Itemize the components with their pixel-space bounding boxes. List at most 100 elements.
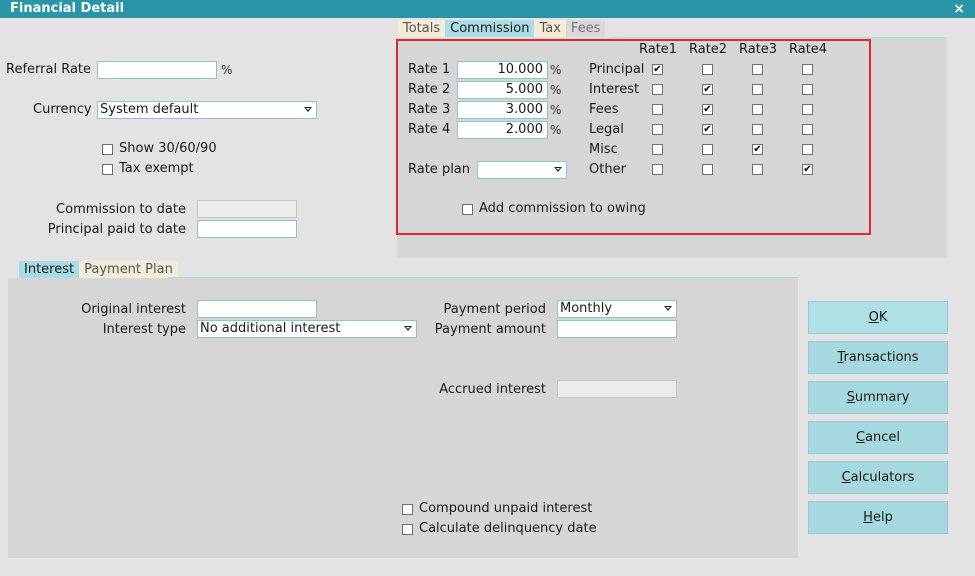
- compound-interest-checkbox[interactable]: [402, 504, 413, 515]
- misc-rate2-checkbox[interactable]: [702, 144, 713, 155]
- delinquency-checkbox[interactable]: [402, 524, 413, 535]
- other-rate3-checkbox[interactable]: [752, 164, 763, 175]
- rate-plan-select[interactable]: [477, 161, 567, 179]
- currency-label: Currency: [33, 102, 92, 117]
- accrued-interest-label: Accrued interest: [439, 382, 546, 397]
- payment-amount-label: Payment amount: [434, 322, 546, 337]
- principal-paid-label: Principal paid to date: [47, 222, 186, 237]
- currency-value: System default: [100, 102, 199, 117]
- payment-period-select[interactable]: Monthly: [557, 300, 677, 318]
- rate-2-label: Rate 2: [408, 82, 451, 97]
- rate-column-header: Rate2: [689, 42, 728, 57]
- interest-rate4-checkbox[interactable]: [802, 84, 813, 95]
- show-30-60-90-label: Show 30/60/90: [119, 141, 217, 156]
- category-label: Misc: [589, 142, 618, 157]
- rate-1-input[interactable]: 10.000: [457, 61, 548, 79]
- interest-type-label: Interest type: [102, 322, 186, 337]
- fees-rate3-checkbox[interactable]: [752, 104, 763, 115]
- other-rate4-checkbox[interactable]: ✔: [802, 164, 813, 175]
- rate-column-header: Rate4: [789, 42, 828, 57]
- rate-2-input[interactable]: 5.000: [457, 81, 548, 99]
- rate-2-unit: %: [550, 83, 562, 97]
- misc-rate1-checkbox[interactable]: [652, 144, 663, 155]
- payment-period-label: Payment period: [443, 302, 546, 317]
- rate-3-unit: %: [550, 103, 562, 117]
- other-rate2-checkbox[interactable]: [702, 164, 713, 175]
- calculators-button[interactable]: Calculators: [808, 461, 948, 494]
- rate-3-input[interactable]: 3.000: [457, 101, 548, 119]
- principal-paid-field[interactable]: [197, 220, 297, 238]
- commission-to-date-field: [197, 200, 297, 218]
- referral-rate-label: Referral Rate: [6, 62, 92, 77]
- rate-1-unit: %: [550, 63, 562, 77]
- fees-rate2-checkbox[interactable]: ✔: [702, 104, 713, 115]
- commission-to-date-label: Commission to date: [56, 202, 186, 217]
- currency-select[interactable]: System default: [97, 101, 317, 119]
- legal-rate2-checkbox[interactable]: ✔: [702, 124, 713, 135]
- category-label: Legal: [589, 122, 624, 137]
- interest-type-select[interactable]: No additional interest: [197, 320, 417, 338]
- payment-period-value: Monthly: [560, 301, 613, 316]
- rate-4-unit: %: [550, 123, 562, 137]
- tab-payment-plan[interactable]: Payment Plan: [79, 261, 178, 278]
- principal-rate4-checkbox[interactable]: [802, 64, 813, 75]
- summary-button[interactable]: Summary: [808, 381, 948, 414]
- fees-rate4-checkbox[interactable]: [802, 104, 813, 115]
- bottom-tab-strip: Interest Payment Plan: [19, 261, 178, 278]
- transactions-button[interactable]: Transactions: [808, 341, 948, 374]
- tab-totals[interactable]: Totals: [398, 20, 446, 37]
- close-icon[interactable]: ×: [953, 0, 965, 18]
- cancel-button[interactable]: Cancel: [808, 421, 948, 454]
- rate-4-input[interactable]: 2.000: [457, 121, 548, 139]
- misc-rate3-checkbox[interactable]: ✔: [752, 144, 763, 155]
- referral-rate-unit: %: [221, 63, 233, 77]
- category-label: Interest: [589, 82, 640, 97]
- tab-fees[interactable]: Fees: [565, 20, 606, 37]
- chevron-down-icon: [554, 167, 562, 172]
- principal-rate1-checkbox[interactable]: ✔: [652, 64, 663, 75]
- principal-rate3-checkbox[interactable]: [752, 64, 763, 75]
- window-title: Financial Detail: [10, 1, 125, 16]
- show-30-60-90-checkbox[interactable]: [102, 144, 113, 155]
- category-label: Fees: [589, 102, 619, 117]
- rate-3-label: Rate 3: [408, 102, 451, 117]
- rate-plan-label: Rate plan: [408, 162, 471, 177]
- tax-exempt-checkbox[interactable]: [102, 164, 113, 175]
- principal-rate2-checkbox[interactable]: [702, 64, 713, 75]
- category-label: Principal: [589, 62, 645, 77]
- tab-commission[interactable]: Commission: [445, 20, 535, 37]
- tab-interest[interactable]: Interest: [19, 261, 80, 278]
- fees-rate1-checkbox[interactable]: [652, 104, 663, 115]
- window-title-bar: Financial Detail: [0, 0, 975, 18]
- other-rate1-checkbox[interactable]: [652, 164, 663, 175]
- tax-exempt-label: Tax exempt: [119, 161, 194, 176]
- chevron-down-icon: [664, 306, 672, 311]
- category-label: Other: [589, 162, 626, 177]
- payment-amount-input[interactable]: [557, 320, 677, 338]
- interest-rate3-checkbox[interactable]: [752, 84, 763, 95]
- chevron-down-icon: [304, 107, 312, 112]
- interest-rate1-checkbox[interactable]: [652, 84, 663, 95]
- rate-4-label: Rate 4: [408, 122, 451, 137]
- interest-type-value: No additional interest: [200, 321, 341, 336]
- legal-rate1-checkbox[interactable]: [652, 124, 663, 135]
- rate-column-header: Rate3: [739, 42, 778, 57]
- tab-tax[interactable]: Tax: [534, 20, 566, 37]
- top-tab-strip: Totals Commission Tax Fees: [398, 20, 606, 37]
- legal-rate4-checkbox[interactable]: [802, 124, 813, 135]
- original-interest-input[interactable]: [197, 300, 317, 318]
- rate-1-label: Rate 1: [408, 62, 451, 77]
- misc-rate4-checkbox[interactable]: [802, 144, 813, 155]
- add-commission-checkbox[interactable]: [462, 204, 473, 215]
- add-commission-label: Add commission to owing: [479, 201, 646, 216]
- compound-interest-label: Compound unpaid interest: [419, 501, 593, 516]
- referral-rate-input[interactable]: [97, 61, 217, 79]
- legal-rate3-checkbox[interactable]: [752, 124, 763, 135]
- rate-column-header: Rate1: [639, 42, 678, 57]
- delinquency-label: Calculate delinquency date: [419, 521, 597, 536]
- interest-rate2-checkbox[interactable]: ✔: [702, 84, 713, 95]
- ok-button[interactable]: OK: [808, 301, 948, 334]
- help-button[interactable]: Help: [808, 501, 948, 534]
- accrued-interest-field: [557, 380, 677, 398]
- original-interest-label: Original interest: [81, 302, 186, 317]
